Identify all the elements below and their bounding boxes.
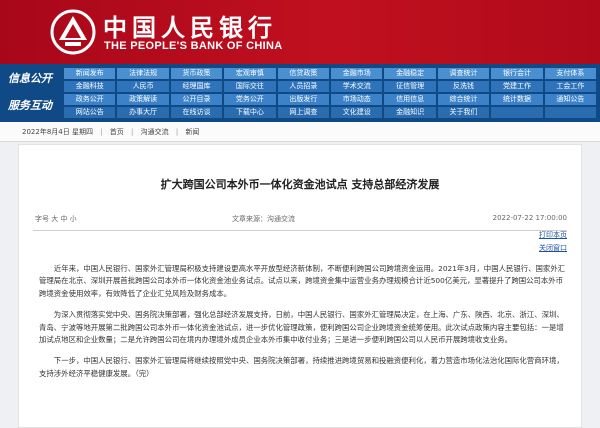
nav-item[interactable]: 下载中心	[224, 107, 276, 118]
page: 中国人民银行 THE PEOPLE'S BANK OF CHINA 信息公开 服…	[0, 0, 600, 428]
nav-item[interactable]: 宏观审慎	[224, 68, 276, 79]
nav-item[interactable]: 党建工作	[491, 81, 543, 92]
nav-item[interactable]: 调查统计	[437, 68, 490, 79]
nav-item[interactable]: 反洗钱	[437, 81, 490, 92]
nav-item[interactable]: 金融科技	[64, 81, 116, 92]
font-size-control[interactable]: 字号 大 中 小	[35, 214, 77, 224]
article-title: 扩大跨国公司本外币一体化资金池试点 支持总部经济发展	[160, 178, 440, 191]
nav-item[interactable]: 信贷政策	[277, 68, 330, 79]
nav-item[interactable]: 文化建设	[331, 107, 383, 118]
site-header: 中国人民银行 THE PEOPLE'S BANK OF CHINA	[0, 0, 600, 64]
article-date: 2022-07-22 17:00:00	[492, 214, 567, 222]
breadcrumb-separator: |	[175, 128, 179, 136]
nav-item[interactable]: 法律法规	[117, 68, 169, 79]
main-nav: 信息公开 服务互动 新闻发布 法律法规 货币政策 宏观审慎 信贷政策 金融市场 …	[0, 64, 600, 122]
article-meta: 字号 大 中 小 文章来源：沟通交流 2022-07-22 17:00:00	[19, 214, 581, 226]
nav-row: 新闻发布 法律法规 货币政策 宏观审慎 信贷政策 金融市场 金融稳定 调查统计 …	[64, 68, 597, 79]
breadcrumb-date: 2022年8月4日 星期四	[22, 128, 93, 136]
nav-item[interactable]: 支付体系	[544, 68, 597, 79]
nav-item[interactable]: 网站公告	[64, 107, 116, 118]
close-window-link[interactable]: 关闭窗口	[539, 242, 567, 255]
nav-row: 政务公开 政策解读 公开目录 党务公开 出版发行 市场动态 信用信息 综合统计 …	[64, 94, 597, 105]
breadcrumb-home-link[interactable]: 首页	[110, 128, 124, 136]
article-tools: 打印本页 关闭窗口	[539, 229, 567, 255]
nav-item[interactable]: 金融稳定	[384, 68, 436, 79]
meta-divider	[33, 230, 567, 231]
bank-name-cn: 中国人民银行	[103, 13, 277, 42]
nav-item[interactable]: 货币政策	[170, 68, 223, 79]
nav-item[interactable]: 办事大厅	[117, 107, 169, 118]
nav-item[interactable]: 金融知识	[384, 107, 436, 118]
article-panel: 扩大跨国公司本外币一体化资金池试点 支持总部经济发展 字号 大 中 小 文章来源…	[18, 144, 582, 428]
breadcrumb-separator: |	[100, 128, 103, 136]
nav-item[interactable]: 统计数据	[491, 94, 543, 105]
nav-item[interactable]: 出版发行	[277, 94, 330, 105]
article-paragraph: 为深入贯彻落实党中央、国务院决策部署，强化总部经济发展支持，日前，中国人民银行、…	[39, 310, 564, 345]
print-page-link[interactable]: 打印本页	[539, 229, 567, 242]
nav-item[interactable]: 国际交往	[224, 81, 276, 92]
article-paragraph: 下一步，中国人民银行、国家外汇管理局将继续按照党中央、国务院决策部署，持续推进跨…	[39, 356, 564, 378]
nav-item[interactable]	[544, 107, 597, 118]
nav-row: 金融科技 人民币 经理国库 国际交往 人员招录 学术交流 征信管理 反洗钱 党建…	[64, 81, 597, 92]
nav-item[interactable]: 人员招录	[277, 81, 330, 92]
nav-item[interactable]: 政务公开	[64, 94, 116, 105]
breadcrumb-separator: |	[131, 128, 134, 136]
nav-item[interactable]: 金融市场	[331, 68, 383, 79]
nav-item[interactable]: 征信管理	[384, 81, 436, 92]
article-source: 文章来源：沟通交流	[232, 215, 295, 223]
breadcrumb-current-link[interactable]: 新闻	[185, 128, 199, 136]
nav-item[interactable]: 学术交流	[331, 81, 383, 92]
nav-item[interactable]	[491, 107, 543, 118]
nav-item[interactable]: 党务公开	[224, 94, 276, 105]
nav-item[interactable]: 网上调查	[277, 107, 330, 118]
nav-item[interactable]: 人民币	[117, 81, 169, 92]
nav-item[interactable]: 信用信息	[384, 94, 436, 105]
nav-item[interactable]: 工会工作	[544, 81, 597, 92]
article-paragraph: 近年来，中国人民银行、国家外汇管理局积极支持建设更高水平开放型经济新体制，不断便…	[39, 264, 566, 298]
nav-row: 网站公告 办事大厅 在线访谈 下载中心 网上调查 文化建设 金融知识 关于我们	[64, 107, 597, 118]
nav-section-service[interactable]: 服务互动	[0, 95, 60, 117]
article-body: 近年来，中国人民银行、国家外汇管理局积极支持建设更高水平开放型经济新体制，不断便…	[39, 263, 569, 389]
breadcrumb-section-link[interactable]: 沟通交流	[141, 128, 169, 136]
nav-item[interactable]: 新闻发布	[64, 68, 116, 79]
nav-item[interactable]: 政策解读	[117, 94, 169, 105]
nav-item[interactable]: 市场动态	[331, 94, 383, 105]
nav-section-info[interactable]: 信息公开	[0, 69, 60, 89]
nav-grid: 新闻发布 法律法规 货币政策 宏观审慎 信贷政策 金融市场 金融稳定 调查统计 …	[64, 68, 597, 120]
nav-item[interactable]: 通知公告	[544, 94, 597, 105]
nav-item[interactable]: 在线访谈	[170, 107, 223, 118]
nav-item[interactable]: 经理国库	[170, 81, 223, 92]
pboc-emblem-icon[interactable]	[50, 9, 96, 55]
nav-item[interactable]: 银行会计	[491, 68, 543, 79]
nav-item[interactable]: 关于我们	[437, 107, 490, 118]
nav-item[interactable]: 公开目录	[170, 94, 223, 105]
breadcrumb: 2022年8月4日 星期四 | 首页 | 沟通交流 | 新闻	[0, 122, 600, 142]
nav-item[interactable]: 综合统计	[437, 94, 490, 105]
bank-name-en: THE PEOPLE'S BANK OF CHINA	[104, 40, 283, 52]
